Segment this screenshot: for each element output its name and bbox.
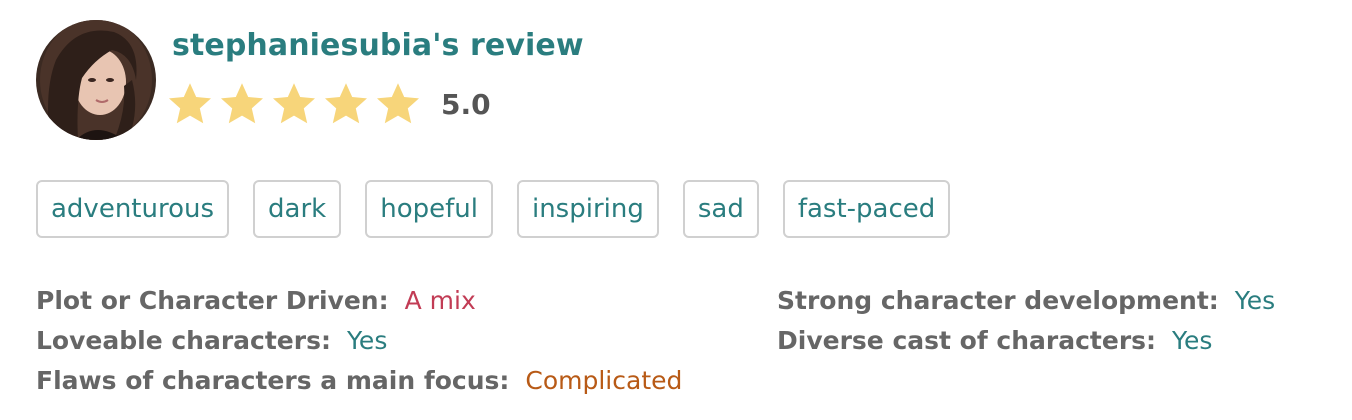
detail-loveable-characters: Loveable characters: Yes xyxy=(36,326,387,356)
detail-label: Diverse cast of characters: xyxy=(777,326,1157,355)
detail-value: Yes xyxy=(1172,326,1213,355)
detail-label: Plot or Character Driven: xyxy=(36,286,389,315)
star-icon xyxy=(273,83,315,124)
detail-label: Flaws of characters a main focus: xyxy=(36,366,510,395)
detail-character-development: Strong character development: Yes xyxy=(777,286,1275,316)
tag-dark[interactable]: dark xyxy=(253,180,342,238)
detail-value: Complicated xyxy=(525,366,683,395)
star-icon xyxy=(325,83,367,124)
avatar-image xyxy=(36,20,156,140)
detail-plot-driven: Plot or Character Driven: A mix xyxy=(36,286,476,316)
detail-label: Loveable characters: xyxy=(36,326,331,355)
rating-value: 5.0 xyxy=(441,88,491,121)
star-icon xyxy=(221,83,263,124)
review-title[interactable]: stephaniesubia's review xyxy=(172,28,584,63)
tag-hopeful[interactable]: hopeful xyxy=(365,180,493,238)
star-icon xyxy=(169,83,211,124)
tag-inspiring[interactable]: inspiring xyxy=(516,180,659,238)
tag-adventurous[interactable]: adventurous xyxy=(36,180,230,238)
detail-value: Yes xyxy=(1234,286,1276,315)
tag-fast-paced[interactable]: fast-paced xyxy=(782,180,951,238)
detail-value: A mix xyxy=(404,286,476,315)
detail-label: Strong character development: xyxy=(777,286,1219,315)
mood-tags: adventurous dark hopeful inspiring sad f… xyxy=(36,180,951,238)
detail-value: Yes xyxy=(346,326,388,355)
star-icon xyxy=(377,83,419,124)
star-rating xyxy=(166,80,422,128)
tag-sad[interactable]: sad xyxy=(682,180,759,238)
detail-diverse-cast: Diverse cast of characters: Yes xyxy=(777,326,1212,356)
detail-character-flaws: Flaws of characters a main focus: Complic… xyxy=(36,366,682,396)
avatar[interactable] xyxy=(36,20,156,140)
